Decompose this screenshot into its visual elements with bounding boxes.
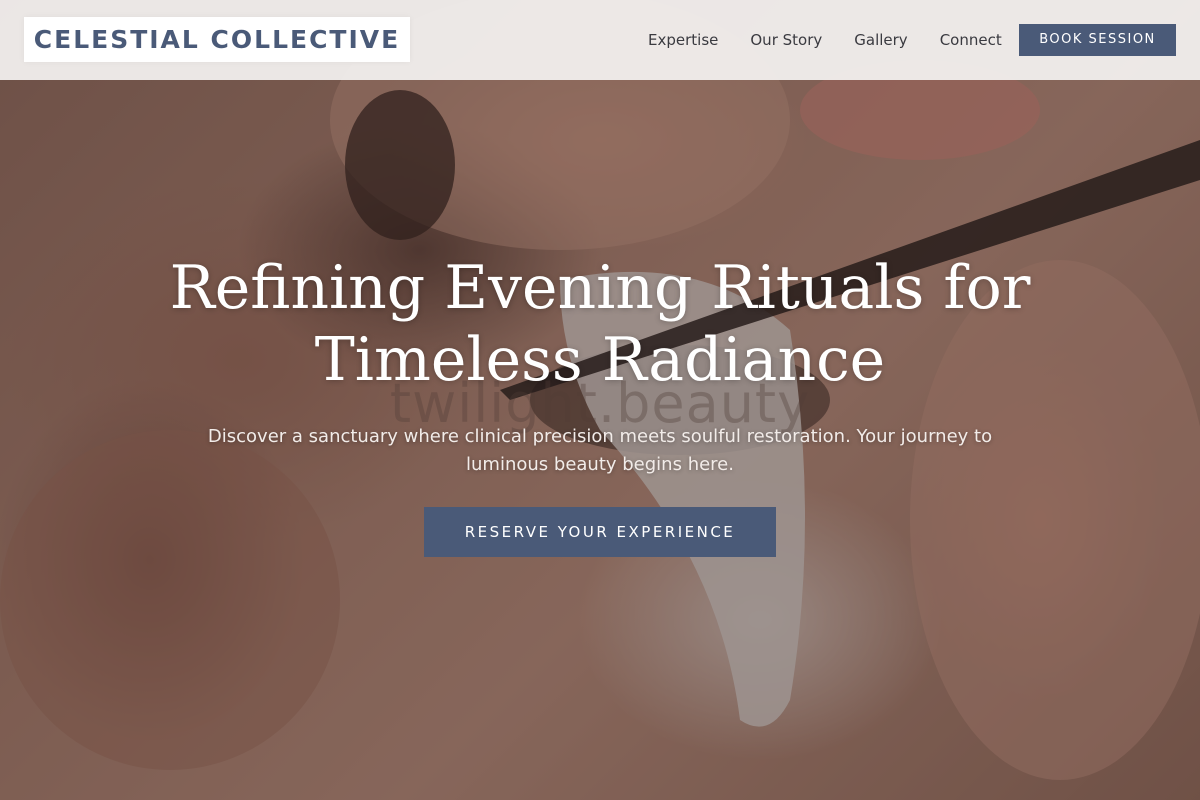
nav-link-gallery[interactable]: Gallery (854, 31, 907, 49)
nav-link-our-story[interactable]: Our Story (750, 31, 822, 49)
hero-subtitle: Discover a sanctuary where clinical prec… (207, 426, 993, 475)
hero-title: Refining Evening Rituals for Timeless Ra… (169, 253, 1031, 395)
book-session-button[interactable]: BOOK SESSION (1019, 24, 1176, 56)
site-header: CELESTIAL COLLECTIVE Expertise Our Story… (0, 0, 1200, 80)
nav-link-connect[interactable]: Connect (940, 31, 1002, 49)
site-logo[interactable]: CELESTIAL COLLECTIVE (24, 17, 410, 62)
page: CELESTIAL COLLECTIVE Expertise Our Story… (0, 0, 1200, 800)
nav-link-expertise[interactable]: Expertise (648, 31, 718, 49)
reserve-experience-button[interactable]: RESERVE YOUR EXPERIENCE (424, 507, 776, 557)
main-nav: Expertise Our Story Gallery Connect (632, 24, 1018, 56)
